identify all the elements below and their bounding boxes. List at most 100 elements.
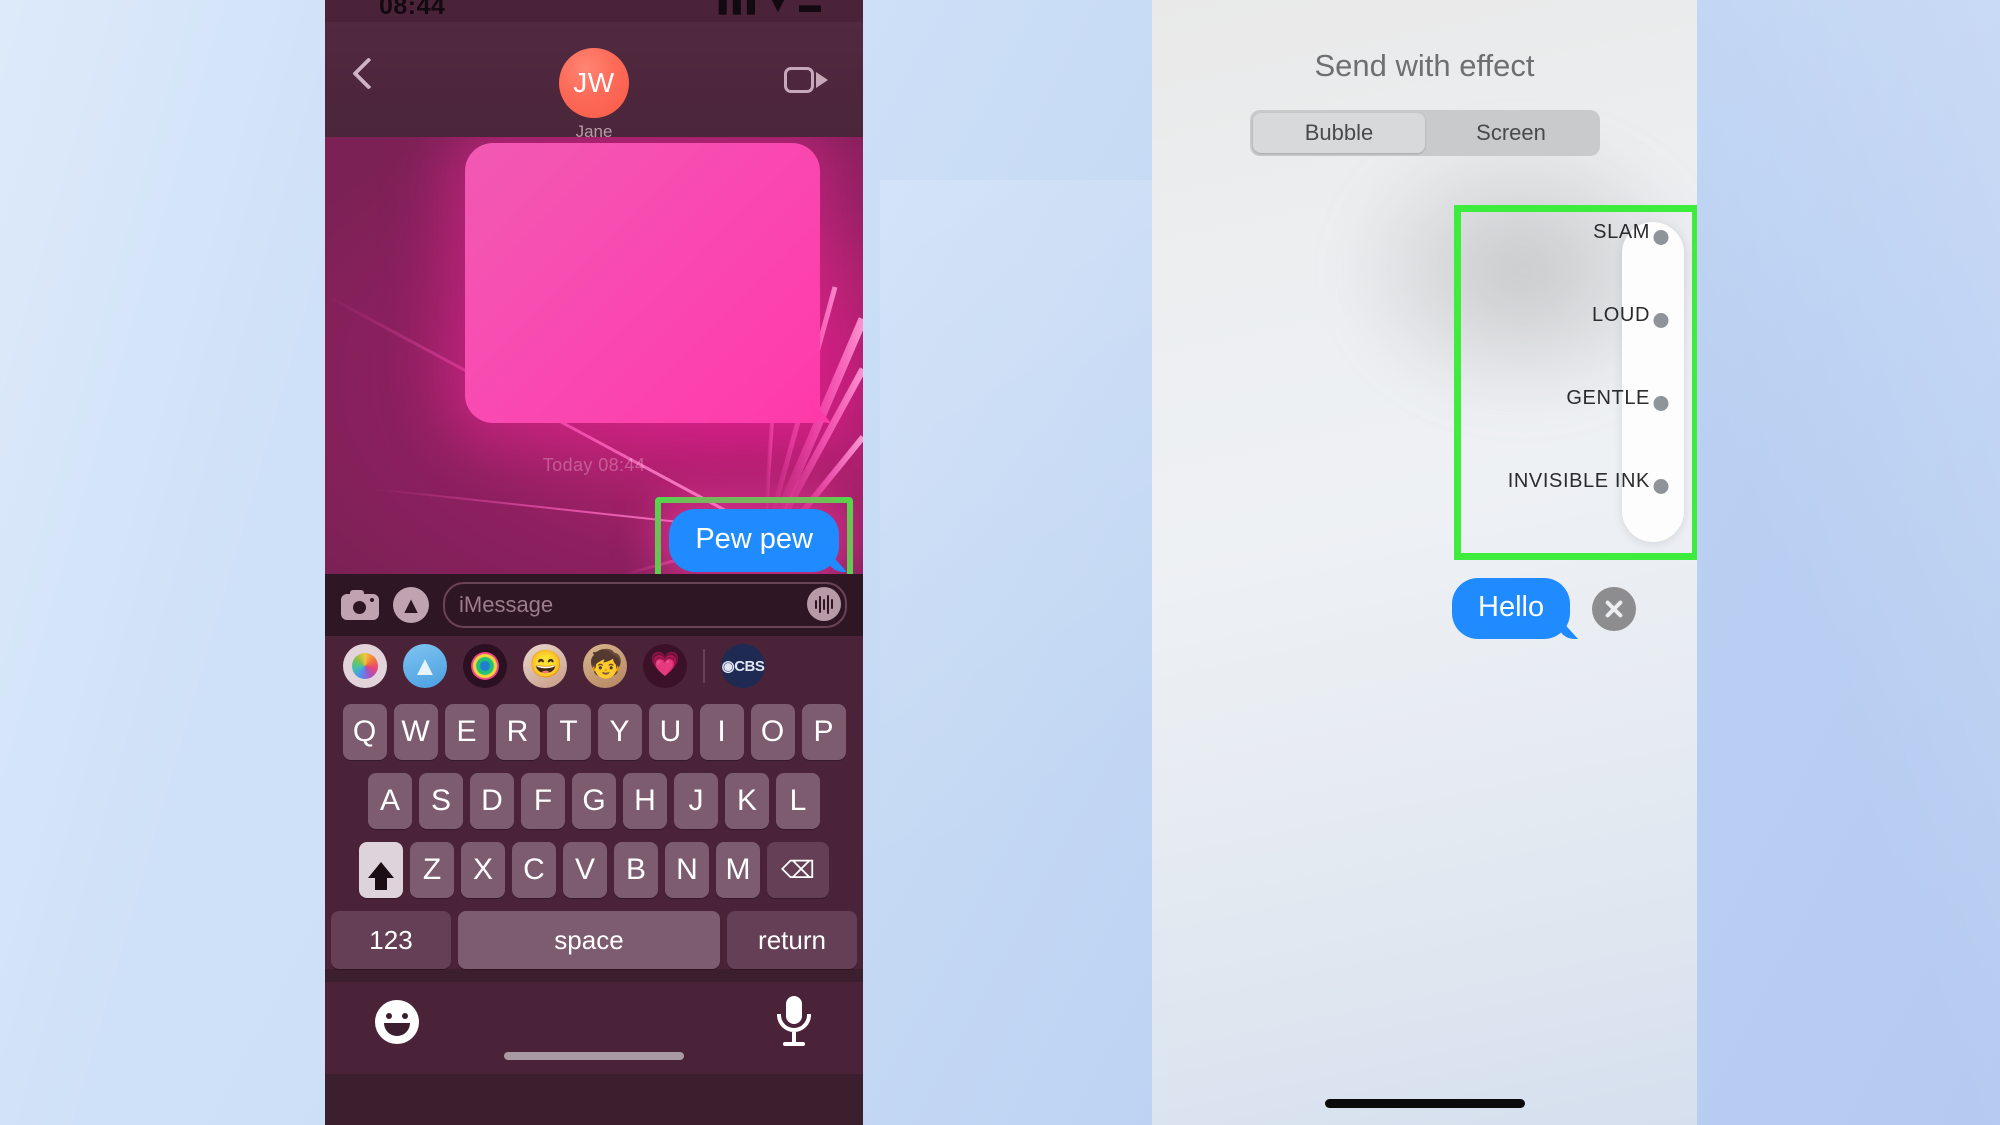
conversation-area: Today 08:44 Pew pew <box>325 137 863 574</box>
wave-bar <box>823 598 825 610</box>
key-s[interactable]: S <box>419 773 463 829</box>
key-q[interactable]: Q <box>342 704 387 760</box>
sent-message-wrapper: Pew pew <box>655 497 853 574</box>
avatar[interactable]: JW <box>559 48 629 118</box>
message-preview-row: Hello <box>1452 578 1637 639</box>
microphone-icon[interactable] <box>777 996 811 1046</box>
key-numeric-123[interactable]: 123 <box>331 911 451 969</box>
preview-message-bubble[interactable]: Hello <box>1452 578 1571 639</box>
key-v[interactable]: V <box>563 842 607 898</box>
home-indicator <box>1324 1099 1525 1108</box>
key-u[interactable]: U <box>648 704 693 760</box>
wave-bar <box>815 599 817 609</box>
keyboard-row-4: 123 space return <box>331 911 857 969</box>
key-h[interactable]: H <box>623 773 667 829</box>
effect-radio-loud[interactable] <box>1653 313 1669 328</box>
key-e[interactable]: E <box>444 704 489 760</box>
status-bar-indicators: ▮▮▮ ▼ ▬ <box>716 0 823 17</box>
key-space[interactable]: space <box>458 911 720 969</box>
effect-label-invisible-ink: INVISIBLE INK <box>1507 469 1650 492</box>
status-bar-time: 08:44 <box>379 0 446 20</box>
fitness-app-icon[interactable] <box>643 644 687 688</box>
wave-bar <box>827 594 829 614</box>
key-a[interactable]: A <box>368 773 412 829</box>
key-k[interactable]: K <box>725 773 769 829</box>
effect-label-loud: LOUD <box>1592 303 1650 326</box>
message-input-bar: ▲ iMessage <box>325 574 863 636</box>
effect-type-segmented-control: Bubble Screen <box>1250 110 1600 156</box>
effect-label-gentle: GENTLE <box>1566 386 1650 409</box>
imessage-input[interactable]: iMessage <box>443 582 847 628</box>
imessage-app-row: ▲ ◉CBS <box>325 636 863 696</box>
highlight-box-sent-message: Pew pew <box>655 497 853 574</box>
conversation-navbar: JW Jane <box>325 22 863 141</box>
key-l[interactable]: L <box>776 773 820 829</box>
memoji-app-icon[interactable] <box>583 644 627 688</box>
memoji-stickers-app-icon[interactable] <box>523 644 567 688</box>
tab-bubble[interactable]: Bubble <box>1253 113 1425 153</box>
mic-base <box>783 1042 805 1046</box>
effect-radio-slam[interactable] <box>1653 230 1669 245</box>
effect-radio-gentle[interactable] <box>1653 396 1669 411</box>
effect-radio-invisible-ink[interactable] <box>1653 479 1669 494</box>
key-t[interactable]: T <box>546 704 591 760</box>
home-indicator <box>504 1052 684 1060</box>
video-camera-icon[interactable] <box>784 67 828 97</box>
wave-bar <box>831 599 833 609</box>
onscreen-keyboard: Q W E R T Y U I O P A S D F G H J K L Z … <box>325 696 863 969</box>
camera-icon-lens <box>353 601 366 614</box>
key-m[interactable]: M <box>716 842 760 898</box>
key-z[interactable]: Z <box>410 842 454 898</box>
key-c[interactable]: C <box>512 842 556 898</box>
effect-preview-bubble <box>465 143 820 423</box>
mic-stem <box>792 1032 796 1042</box>
message-timestamp: Today 08:44 <box>542 455 646 475</box>
effect-label-slam: SLAM <box>1593 220 1650 243</box>
shift-arrow-icon[interactable] <box>359 842 403 898</box>
close-x-icon[interactable] <box>1592 586 1637 631</box>
key-b[interactable]: B <box>614 842 658 898</box>
key-i[interactable]: I <box>699 704 744 760</box>
video-icon-lens <box>816 72 828 88</box>
tab-screen[interactable]: Screen <box>1425 113 1597 153</box>
shift-arrow-glyph <box>368 862 394 890</box>
key-p[interactable]: P <box>801 704 846 760</box>
key-f[interactable]: F <box>521 773 565 829</box>
video-icon-body <box>784 67 814 93</box>
key-r[interactable]: R <box>495 704 540 760</box>
digital-touch-app-icon[interactable] <box>463 644 507 688</box>
wave-bar <box>819 595 821 613</box>
app-row-divider <box>703 649 705 683</box>
background-streak-right <box>1680 0 2000 1125</box>
key-x[interactable]: X <box>461 842 505 898</box>
mic-arc <box>777 1014 811 1032</box>
keyboard-row-1: Q W E R T Y U I O P <box>331 704 857 760</box>
photos-app-icon[interactable] <box>343 644 387 688</box>
backspace-icon[interactable]: ⌫ <box>767 842 829 898</box>
keyboard-row-3: Z X C V B N M ⌫ <box>331 842 857 898</box>
key-d[interactable]: D <box>470 773 514 829</box>
key-n[interactable]: N <box>665 842 709 898</box>
sent-message-bubble[interactable]: Pew pew <box>669 509 839 572</box>
audio-waveform-icon[interactable] <box>807 587 841 621</box>
key-g[interactable]: G <box>572 773 616 829</box>
app-store-app-icon[interactable]: ▲ <box>403 644 447 688</box>
keyboard-row-2: A S D F G H J K L <box>331 773 857 829</box>
back-chevron-left-icon[interactable] <box>347 58 381 92</box>
key-w[interactable]: W <box>393 704 438 760</box>
cbs-app-icon[interactable]: ◉CBS <box>721 644 765 688</box>
app-store-icon[interactable]: ▲ <box>393 587 429 623</box>
camera-icon[interactable] <box>341 590 379 620</box>
status-bar: 08:44 ▮▮▮ ▼ ▬ <box>325 0 863 22</box>
key-return[interactable]: return <box>727 911 857 969</box>
page-title: Send with effect <box>1314 48 1535 83</box>
bubble-effects-list: SLAM LOUD GENTLE INVISIBLE INK <box>1462 212 1692 553</box>
left-phone-screenshot: 08:44 ▮▮▮ ▼ ▬ JW Jane Today 08:44 Pew pe… <box>325 0 863 1125</box>
camera-icon-dot <box>370 598 374 602</box>
imessage-input-placeholder: iMessage <box>459 592 554 617</box>
key-o[interactable]: O <box>750 704 795 760</box>
emoji-smiley-icon[interactable] <box>375 1000 419 1044</box>
keyboard-bottom-bar <box>325 982 863 1074</box>
key-j[interactable]: J <box>674 773 718 829</box>
key-y[interactable]: Y <box>597 704 642 760</box>
